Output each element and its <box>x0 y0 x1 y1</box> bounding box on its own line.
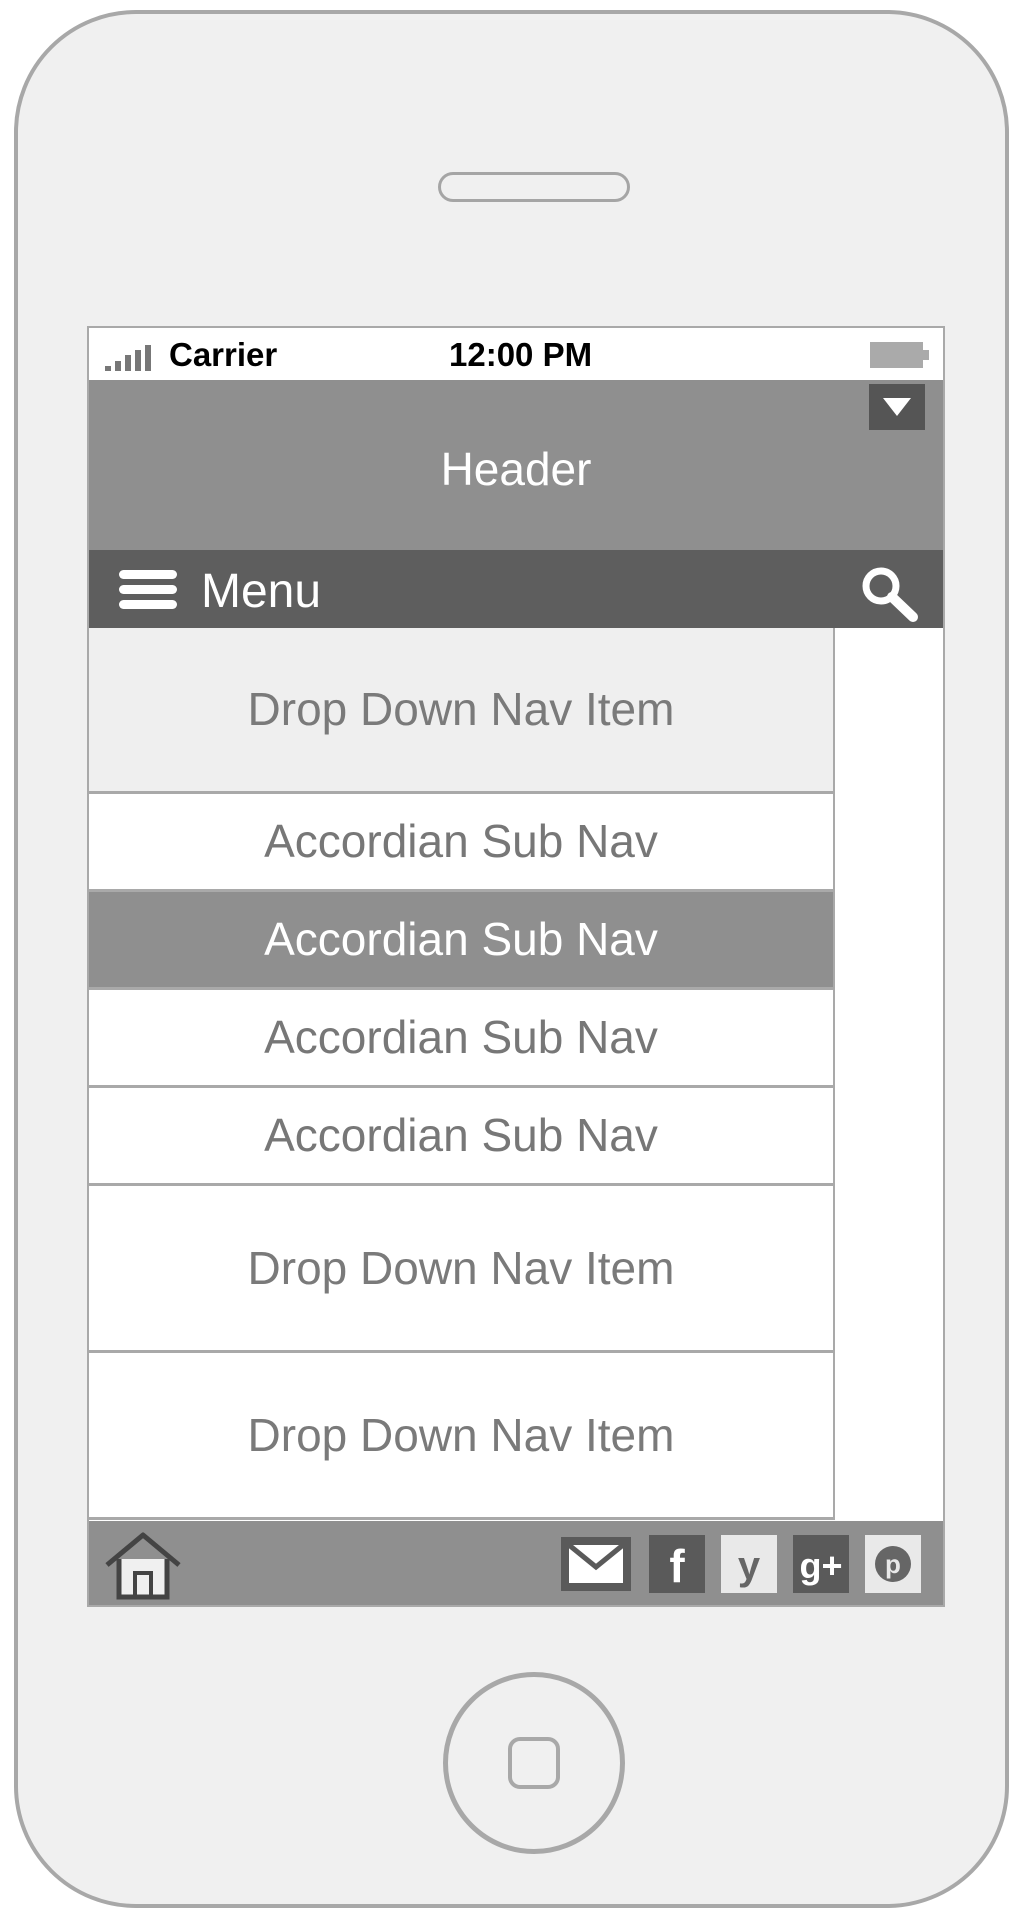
nav-item-sub[interactable]: Accordian Sub Nav <box>89 1088 835 1186</box>
footer-bar: f y g+ p <box>89 1521 943 1605</box>
search-icon[interactable] <box>859 564 921 622</box>
google-plus-glyph: g+ <box>799 1545 843 1586</box>
nav-item-dropdown[interactable]: Drop Down Nav Item <box>89 628 835 794</box>
menu-label[interactable]: Menu <box>201 564 321 619</box>
menu-bar[interactable]: Menu <box>89 550 943 628</box>
page-header: Header <box>89 380 943 550</box>
battery-icon <box>870 342 929 368</box>
dropdown-arrow-button[interactable] <box>869 384 925 430</box>
home-button-square-icon <box>508 1737 560 1789</box>
carrier-label: Carrier <box>169 336 278 373</box>
phone-speaker <box>438 172 630 202</box>
header-title: Header <box>440 443 592 495</box>
nav-list: Drop Down Nav Item Accordian Sub Nav Acc… <box>89 628 835 1520</box>
phone-home-button[interactable] <box>443 1672 625 1854</box>
pinterest-glyph-icon: p <box>875 1546 911 1582</box>
nav-item-dropdown[interactable]: Drop Down Nav Item <box>89 1353 835 1520</box>
nav-item-dropdown[interactable]: Drop Down Nav Item <box>89 1186 835 1353</box>
nav-item-sub[interactable]: Accordian Sub Nav <box>89 990 835 1088</box>
nav-item-sub-active[interactable]: Accordian Sub Nav <box>89 892 835 990</box>
mail-icon[interactable] <box>561 1537 631 1591</box>
twitter-glyph: y <box>737 1544 761 1588</box>
status-bar: Carrier 12:00 PM <box>89 328 943 380</box>
signal-strength-icon <box>105 345 161 371</box>
status-time: 12:00 PM <box>449 336 593 373</box>
facebook-glyph: f <box>669 1540 685 1592</box>
pinterest-icon[interactable]: p <box>865 1535 921 1593</box>
twitter-icon[interactable]: y <box>721 1535 777 1593</box>
nav-item-sub[interactable]: Accordian Sub Nav <box>89 794 835 892</box>
hamburger-menu-icon[interactable] <box>119 570 177 610</box>
google-plus-icon[interactable]: g+ <box>793 1535 849 1593</box>
svg-text:p: p <box>885 1549 901 1579</box>
facebook-icon[interactable]: f <box>649 1535 705 1593</box>
home-icon[interactable] <box>103 1529 183 1601</box>
phone-screen: Carrier 12:00 PM Header Menu Drop Down N… <box>87 326 945 1607</box>
